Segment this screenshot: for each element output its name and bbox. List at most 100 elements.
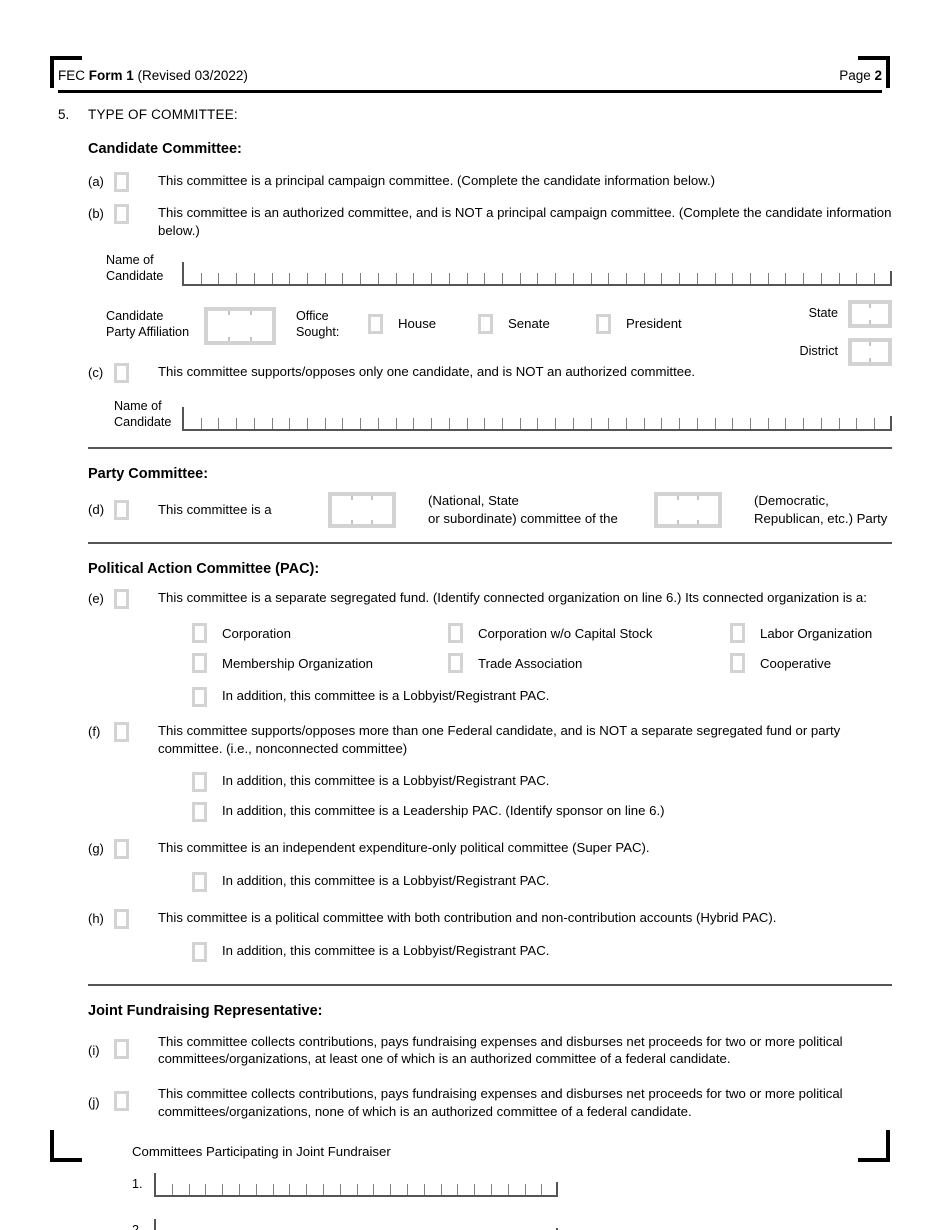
candidate-name-2-input[interactable] [182,407,892,432]
option-h[interactable]: (h) This committee is a political commit… [88,908,892,930]
option-f-checkbox-wrap[interactable] [114,721,158,743]
checkbox-nonconnected-committee[interactable] [114,722,129,743]
party-name-input-wrap[interactable] [654,491,754,528]
checkbox-lobbyist-registrant-pac-h[interactable] [192,942,207,963]
checkbox-trade-association[interactable] [448,653,463,674]
state-input[interactable] [848,299,892,328]
comb-cell [857,272,876,284]
checkbox-corporation-wo-capital-stock[interactable] [448,623,463,644]
option-c-checkbox-wrap[interactable] [114,362,158,383]
option-f[interactable]: (f) This committee supports/opposes more… [88,721,892,758]
option-f-lobbyist[interactable]: In addition, this committee is a Lobbyis… [192,772,892,793]
checkbox-lobbyist-registrant-pac-e[interactable] [192,687,207,708]
checkbox-lobbyist-registrant-pac-f[interactable] [192,772,207,793]
district-input[interactable] [848,337,892,366]
candidate-name-input-wrap[interactable] [182,261,892,286]
joint-fundraiser-row-1-name-wrap[interactable] [154,1172,558,1197]
option-d[interactable]: (d) This committee is a (National, State… [88,491,892,528]
comb-cell [492,1183,509,1195]
option-h-lobbyist-checkbox-wrap[interactable] [192,942,222,963]
comb-cell [361,418,379,430]
option-g-checkbox-wrap[interactable] [114,838,158,860]
org-option-trade-association[interactable]: Trade Association [448,653,730,674]
org-option-membership-organization[interactable]: Membership Organization [192,653,448,674]
option-e-letter: (e) [88,591,104,607]
form-content: 5. TYPE OF COMMITTEE: Candidate Committe… [58,100,892,1230]
option-i-checkbox-wrap[interactable] [114,1032,158,1059]
comb-cell [786,418,805,430]
checkbox-separate-segregated-fund[interactable] [114,589,129,610]
option-i[interactable]: (i) This committee collects contribution… [88,1032,892,1069]
candidate-name-2-input-wrap[interactable] [182,407,892,432]
comb-cell [379,272,397,284]
checkbox-office-president[interactable] [596,313,611,334]
section-divider-party [88,447,892,450]
checkbox-leadership-pac[interactable] [192,802,207,823]
option-e-lobbyist[interactable]: In addition, this committee is a Lobbyis… [192,687,892,708]
checkbox-hybrid-pac[interactable] [114,909,129,930]
checkbox-membership-organization[interactable] [192,653,207,674]
option-g-lobbyist[interactable]: In addition, this committee is a Lobbyis… [192,872,892,893]
party-affiliation-input[interactable] [204,306,276,345]
option-f-lobbyist-checkbox-wrap[interactable] [192,772,222,793]
checkbox-office-house[interactable] [368,313,383,334]
checkbox-super-pac[interactable] [114,839,129,860]
office-option-house[interactable]: House [368,313,478,334]
option-a[interactable]: (a) This committee is a principal campai… [88,171,892,192]
checkbox-labor-organization[interactable] [730,623,745,644]
checkbox-office-senate[interactable] [478,313,493,334]
org-option-labor-organization[interactable]: Labor Organization [730,623,930,644]
checkbox-principal-campaign-committee[interactable] [114,171,129,192]
comb-cell [804,272,822,284]
option-h-checkbox-wrap[interactable] [114,908,158,930]
option-b-checkbox-wrap[interactable] [114,203,158,224]
checkbox-supports-one-candidate[interactable] [114,362,129,383]
comb-cell [442,1183,459,1195]
checkbox-lobbyist-registrant-pac-g[interactable] [192,872,207,893]
option-e-lobbyist-checkbox-wrap[interactable] [192,687,222,708]
form-page: FEC Form 1 (Revised 03/2022) Page 2 5. T… [0,0,950,1230]
org-option-corporation-no-stock[interactable]: Corporation w/o Capital Stock [448,623,730,644]
office-option-president[interactable]: President [596,313,716,334]
candidate-name-input[interactable] [182,261,892,286]
office-option-senate[interactable]: Senate [478,313,596,334]
option-g[interactable]: (g) This committee is an independent exp… [88,838,892,860]
comb-cell [273,418,291,430]
option-c[interactable]: (c) This committee supports/opposes only… [88,362,892,383]
checkbox-cooperative[interactable] [730,653,745,674]
option-e-checkbox-wrap[interactable] [114,588,158,610]
checkbox-joint-fundraising-unauthorized[interactable] [114,1091,129,1112]
joint-fundraiser-row-1-name-input[interactable] [154,1172,558,1197]
comb-cell [307,1183,324,1195]
checkbox-corporation[interactable] [192,623,207,644]
option-j-checkbox-wrap[interactable] [114,1084,158,1112]
comb-cell [680,418,698,430]
joint-fundraiser-row-2-name-wrap[interactable] [154,1218,558,1230]
checkbox-party-committee[interactable] [114,499,129,520]
option-j[interactable]: (j) This committee collects contribution… [88,1084,892,1121]
option-b[interactable]: (b) This committee is an authorized comm… [88,203,892,240]
org-option-trade-association-label: Trade Association [478,655,583,671]
option-d-checkbox-wrap[interactable] [114,499,158,520]
party-affiliation-input-wrap[interactable] [204,300,296,345]
comb-cell [432,272,450,284]
org-option-corporation[interactable]: Corporation [192,623,448,644]
candidate-name-2-label-line2: Candidate [114,414,172,429]
party-name-input[interactable] [654,491,722,528]
option-e[interactable]: (e) This committee is a separate segrega… [88,588,892,610]
joint-fundraiser-row-1-number: 1. [132,1177,143,1192]
checkbox-authorized-committee[interactable] [114,203,129,224]
party-level-input-wrap[interactable] [328,491,428,528]
option-f-leadership[interactable]: In addition, this committee is a Leaders… [192,802,892,823]
option-f-leadership-checkbox-wrap[interactable] [192,802,222,823]
option-g-lobbyist-checkbox-wrap[interactable] [192,872,222,893]
option-a-checkbox-wrap[interactable] [114,171,158,192]
org-option-cooperative[interactable]: Cooperative [730,653,930,674]
option-h-lobbyist[interactable]: In addition, this committee is a Lobbyis… [192,942,892,963]
comb-cell [190,1183,207,1195]
joint-fundraiser-row-2-name-input[interactable] [154,1218,558,1230]
question-5: 5. TYPE OF COMMITTEE: [58,106,892,124]
party-level-input[interactable] [328,491,396,528]
page-title: TYPE OF COMMITTEE: [88,107,238,122]
checkbox-joint-fundraising-authorized[interactable] [114,1038,129,1059]
